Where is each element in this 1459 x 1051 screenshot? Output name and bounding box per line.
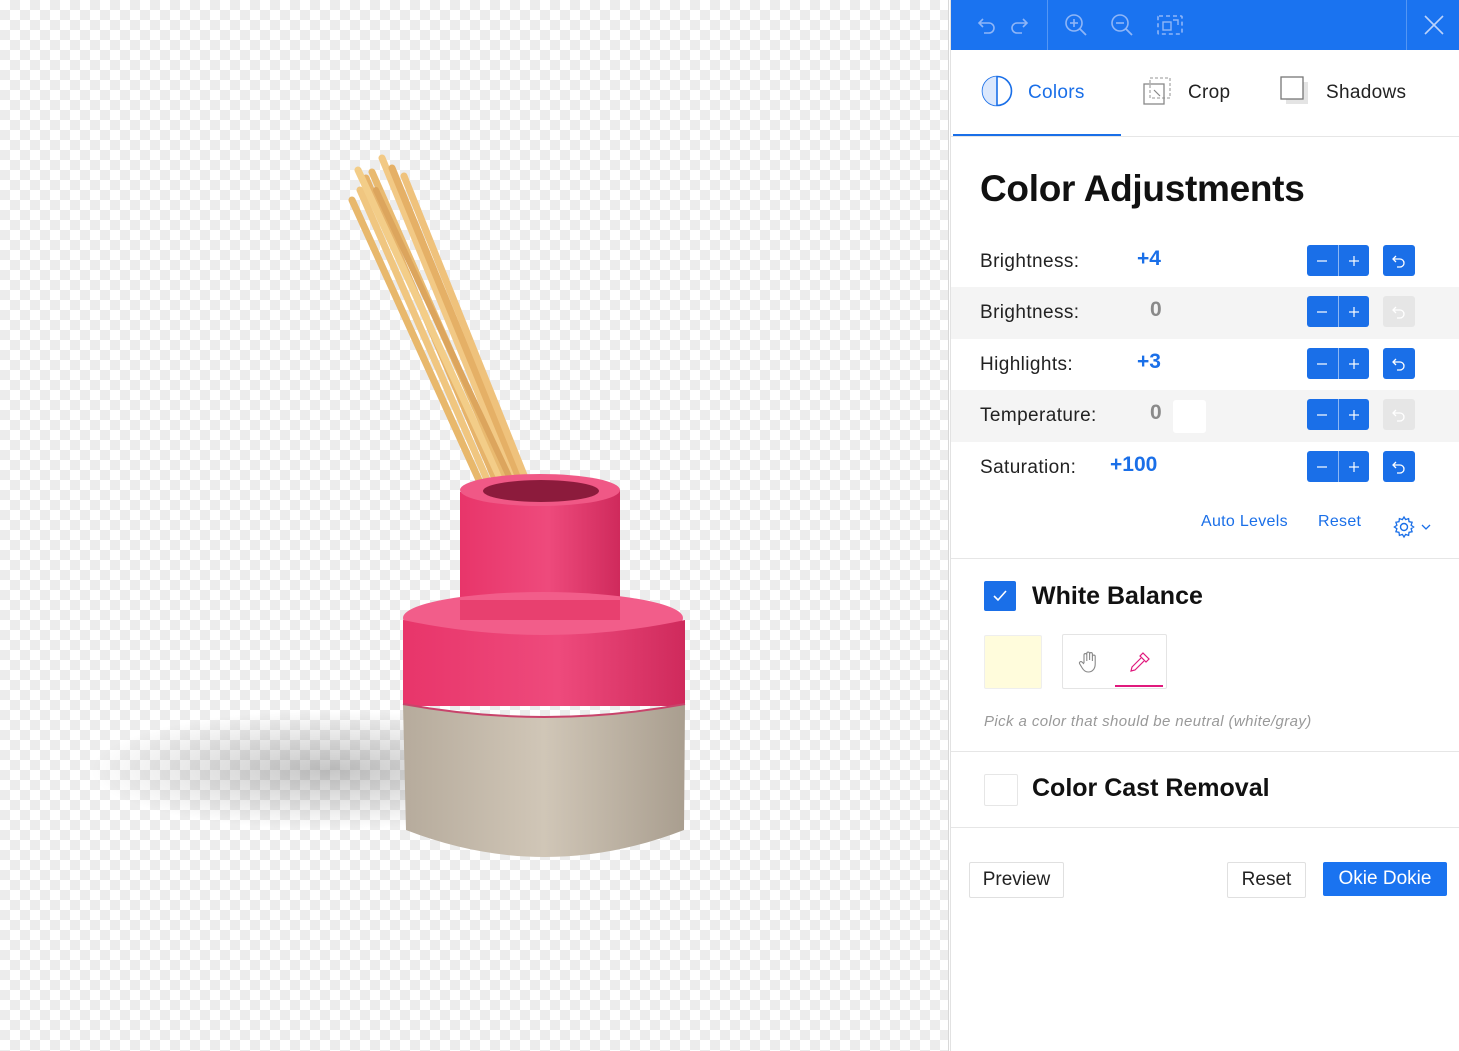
adjustment-row-brightness: Brightness: +4 bbox=[951, 236, 1459, 288]
adjustment-row-saturation: Saturation: +100 bbox=[951, 442, 1459, 494]
adjustment-value: +100 bbox=[1110, 453, 1158, 476]
zoom-in-icon[interactable] bbox=[1061, 0, 1091, 50]
adjustment-row-highlights: Highlights: +3 bbox=[951, 339, 1459, 391]
section-divider bbox=[951, 827, 1459, 828]
tab-colors-label: Colors bbox=[1028, 82, 1085, 103]
undo-icon bbox=[1392, 409, 1405, 422]
adjustment-row-brightness-2: Brightness: 0 bbox=[951, 287, 1459, 339]
adjustment-label: Brightness: bbox=[980, 302, 1080, 323]
product-image bbox=[90, 154, 686, 857]
increment-button[interactable] bbox=[1339, 296, 1370, 327]
undo-icon bbox=[1392, 358, 1405, 371]
panel-title: Color Adjustments bbox=[980, 168, 1305, 209]
adjustment-value: 0 bbox=[1150, 401, 1162, 424]
editor-panel: Colors Crop Shadows Color Adjustments Br… bbox=[950, 0, 1459, 1051]
white-balance-title: White Balance bbox=[1032, 582, 1203, 610]
undo-icon[interactable] bbox=[973, 0, 1001, 50]
reset-link[interactable]: Reset bbox=[1318, 513, 1361, 531]
okie-dokie-button[interactable]: Okie Dokie bbox=[1323, 862, 1447, 896]
decrement-button[interactable] bbox=[1307, 245, 1338, 276]
undo-icon bbox=[1392, 255, 1405, 268]
adjustment-row-temperature: Temperature: 0 bbox=[951, 390, 1459, 442]
adjustment-stepper bbox=[1307, 245, 1369, 276]
decrement-button[interactable] bbox=[1307, 451, 1338, 482]
section-divider bbox=[951, 751, 1459, 752]
adjustment-value: +4 bbox=[1137, 247, 1161, 270]
tab-shadows-label: Shadows bbox=[1326, 82, 1407, 103]
toolbar-divider bbox=[1047, 0, 1048, 50]
tab-crop-label: Crop bbox=[1188, 82, 1231, 103]
adjustment-value: 0 bbox=[1150, 298, 1162, 321]
increment-button[interactable] bbox=[1339, 245, 1370, 276]
chevron-down-icon bbox=[1421, 524, 1431, 530]
adjustment-stepper bbox=[1307, 296, 1369, 327]
zoom-out-icon[interactable] bbox=[1107, 0, 1137, 50]
image-canvas[interactable] bbox=[0, 0, 949, 1051]
white-balance-checkbox[interactable] bbox=[984, 581, 1016, 611]
adjustment-label: Brightness: bbox=[980, 251, 1080, 272]
fit-screen-icon[interactable] bbox=[1153, 0, 1187, 50]
reset-button[interactable]: Reset bbox=[1227, 862, 1306, 898]
adjustment-stepper bbox=[1307, 451, 1369, 482]
temperature-swatch bbox=[1173, 400, 1206, 433]
adjustment-value: +3 bbox=[1137, 350, 1161, 373]
hand-icon bbox=[1078, 651, 1096, 673]
undo-icon bbox=[1392, 306, 1405, 319]
reset-value-button[interactable] bbox=[1383, 399, 1415, 430]
undo-icon bbox=[1392, 461, 1405, 474]
close-icon[interactable] bbox=[1419, 0, 1449, 50]
increment-button[interactable] bbox=[1339, 451, 1370, 482]
color-cast-checkbox[interactable] bbox=[984, 774, 1018, 806]
colors-icon bbox=[980, 74, 1014, 113]
decrement-button[interactable] bbox=[1307, 348, 1338, 379]
tab-shadows[interactable]: Shadows bbox=[1278, 50, 1406, 136]
shadows-icon bbox=[1278, 74, 1312, 113]
color-cast-title: Color Cast Removal bbox=[1032, 774, 1270, 802]
preview-button[interactable]: Preview bbox=[969, 862, 1064, 898]
white-balance-color-well[interactable] bbox=[984, 635, 1042, 689]
crop-icon bbox=[1140, 74, 1174, 113]
adjustment-stepper bbox=[1307, 399, 1369, 430]
decrement-button[interactable] bbox=[1307, 296, 1338, 327]
eyedropper-tool-button[interactable] bbox=[1114, 635, 1165, 688]
tab-colors[interactable]: Colors bbox=[980, 50, 1085, 136]
increment-button[interactable] bbox=[1339, 348, 1370, 379]
settings-dropdown[interactable] bbox=[1392, 515, 1432, 539]
white-balance-hint: Pick a color that should be neutral (whi… bbox=[984, 713, 1312, 730]
active-tab-indicator bbox=[953, 134, 1121, 136]
tab-crop[interactable]: Crop bbox=[1140, 50, 1230, 136]
reset-value-button[interactable] bbox=[1383, 245, 1415, 276]
active-tool-indicator bbox=[1115, 685, 1163, 687]
top-toolbar bbox=[951, 0, 1459, 50]
tab-bar: Colors Crop Shadows bbox=[951, 50, 1459, 137]
toolbar-divider bbox=[1406, 0, 1407, 50]
reset-value-button[interactable] bbox=[1383, 348, 1415, 379]
eyedropper-icon bbox=[1129, 651, 1150, 672]
adjustment-label: Temperature: bbox=[980, 405, 1097, 426]
auto-levels-link[interactable]: Auto Levels bbox=[1201, 513, 1288, 531]
increment-button[interactable] bbox=[1339, 399, 1370, 430]
section-divider bbox=[951, 558, 1459, 559]
check-icon bbox=[993, 590, 1007, 602]
reset-value-button[interactable] bbox=[1383, 296, 1415, 327]
reset-value-button[interactable] bbox=[1383, 451, 1415, 482]
adjustment-label: Saturation: bbox=[980, 457, 1077, 478]
redo-icon[interactable] bbox=[1005, 0, 1033, 50]
picker-tool-group bbox=[1062, 634, 1167, 689]
hand-tool-button[interactable] bbox=[1063, 635, 1114, 688]
gear-icon bbox=[1393, 515, 1415, 539]
adjustment-stepper bbox=[1307, 348, 1369, 379]
decrement-button[interactable] bbox=[1307, 399, 1338, 430]
adjustment-label: Highlights: bbox=[980, 354, 1074, 375]
